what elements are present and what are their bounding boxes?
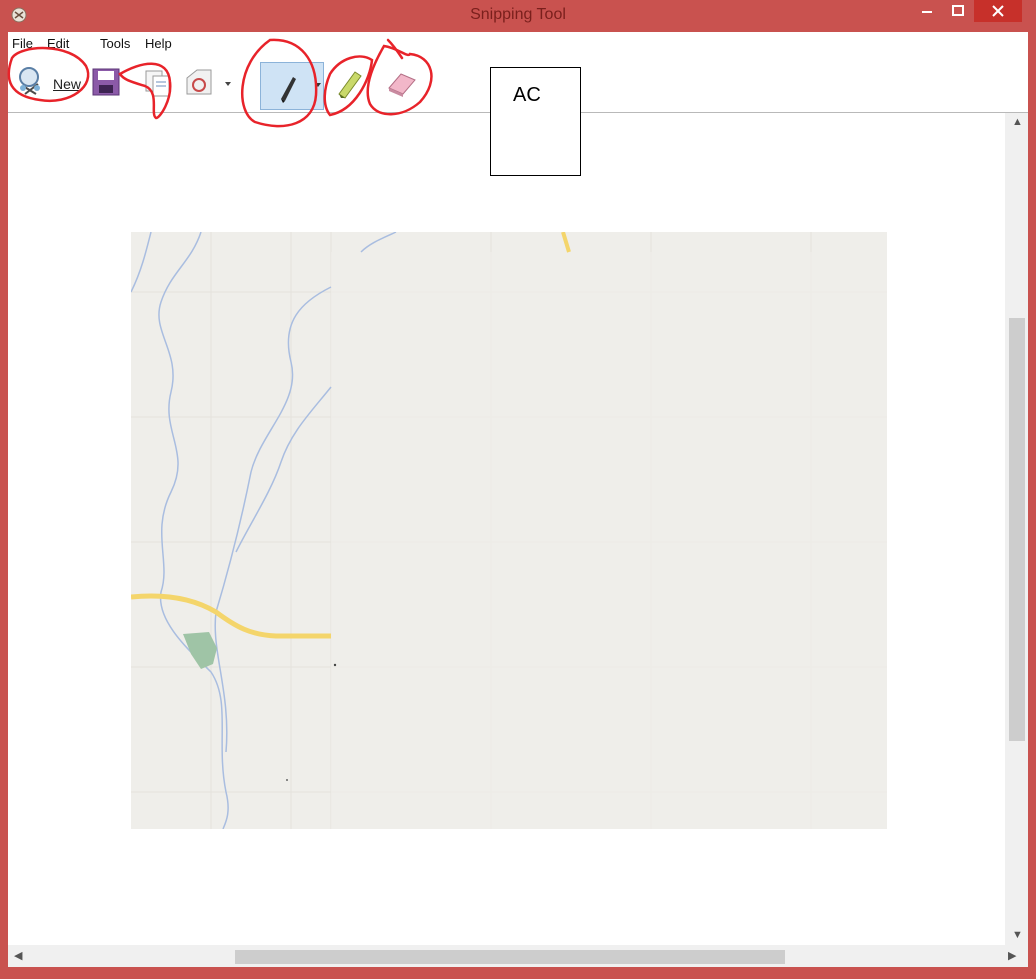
menu-edit[interactable]: Edit [47, 36, 69, 51]
scroll-down-icon[interactable]: ▼ [1012, 929, 1023, 941]
pen-button[interactable] [260, 62, 324, 110]
menu-file[interactable]: File [12, 36, 33, 51]
window-title: Snipping Tool [470, 6, 566, 23]
map-graphic [131, 232, 887, 829]
highlighter-icon[interactable] [333, 66, 367, 100]
vertical-scroll-thumb[interactable] [1009, 318, 1025, 741]
map-snip-image [131, 232, 887, 829]
maximize-button[interactable] [944, 0, 972, 22]
menu-bar: File Edit Tools Help [8, 32, 1028, 54]
maximize-icon [952, 5, 964, 16]
title-bar: Snipping Tool [0, 0, 1036, 32]
send-snip-icon[interactable] [183, 68, 235, 98]
close-button[interactable] [974, 0, 1022, 22]
menu-help[interactable]: Help [145, 36, 172, 51]
scroll-left-icon[interactable]: ◀ [14, 949, 22, 962]
horizontal-scrollbar[interactable]: ◀ ▶ [8, 945, 1028, 967]
horizontal-scroll-thumb[interactable] [235, 950, 785, 964]
close-icon [992, 5, 1004, 17]
scroll-right-icon[interactable]: ▶ [1008, 949, 1016, 962]
new-snip-icon[interactable] [16, 64, 46, 98]
vertical-scrollbar[interactable]: ▲ ▼ [1005, 113, 1028, 945]
minimize-button[interactable] [912, 0, 942, 22]
new-button[interactable]: New [53, 76, 81, 92]
menu-tools[interactable]: Tools [100, 36, 130, 51]
minimize-icon [922, 11, 932, 13]
annotation-label-box: AC [490, 67, 581, 176]
pen-icon [281, 77, 321, 103]
save-icon[interactable] [91, 67, 123, 97]
copy-icon[interactable] [143, 68, 173, 98]
scroll-up-icon[interactable]: ▲ [1012, 116, 1023, 128]
snip-canvas[interactable]: AC [8, 67, 1005, 945]
annotation-label: AC [513, 84, 541, 106]
eraser-icon[interactable] [383, 66, 423, 100]
